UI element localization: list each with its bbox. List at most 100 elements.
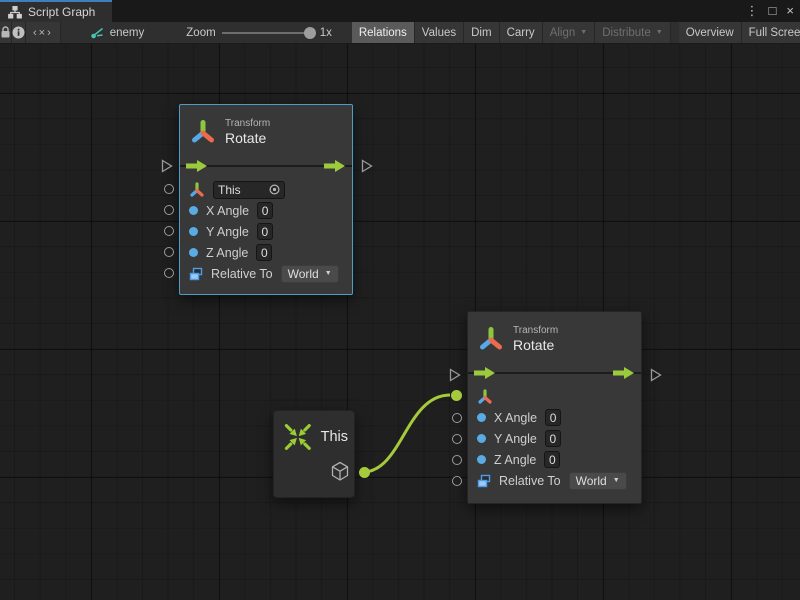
- y-angle-input[interactable]: 0: [257, 223, 273, 240]
- node-header: Transform Rotate: [468, 312, 641, 360]
- z-angle-label: Z Angle: [494, 453, 536, 467]
- zoom-value: 1x: [320, 27, 332, 39]
- relative-to-row: Relative To World ▼: [468, 470, 641, 491]
- titlebar: Script Graph ⋮ □ ×: [0, 0, 800, 22]
- relations-button[interactable]: Relations: [352, 22, 415, 43]
- tab-title: Script Graph: [28, 5, 95, 19]
- y-angle-label: Y Angle: [494, 432, 537, 446]
- carry-button[interactable]: Carry: [500, 22, 543, 43]
- zoom-slider-handle[interactable]: [304, 27, 316, 39]
- x-angle-input-port[interactable]: [164, 205, 174, 215]
- script-graph-window: Script Graph ⋮ □ × ‹×›: [0, 0, 800, 600]
- y-angle-input-port[interactable]: [452, 434, 462, 444]
- value-port-dot: [477, 434, 486, 443]
- x-angle-input[interactable]: 0: [545, 409, 561, 426]
- relative-to-dropdown[interactable]: World ▼: [281, 265, 339, 283]
- flow-input-port[interactable]: [449, 368, 461, 382]
- angle-brackets-button[interactable]: ‹×›: [26, 22, 61, 43]
- x-angle-row: X Angle 0: [468, 407, 641, 428]
- close-icon[interactable]: ×: [786, 0, 794, 22]
- enum-icon: [189, 267, 203, 281]
- flow-output-arrow-icon: [324, 160, 346, 172]
- chevron-down-icon: ▼: [325, 270, 332, 277]
- x-angle-input[interactable]: 0: [257, 202, 273, 219]
- node-title: Rotate: [513, 337, 558, 353]
- port-rows: X Angle 0 Y Angle 0 Z Angle 0: [468, 386, 641, 491]
- target-value: This: [218, 183, 265, 197]
- flow-output-port[interactable]: [650, 368, 662, 382]
- zoom-slider[interactable]: [222, 32, 314, 34]
- node-category: Transform: [225, 117, 270, 130]
- overview-button[interactable]: Overview: [679, 22, 742, 43]
- object-picker-icon[interactable]: [269, 184, 280, 195]
- x-angle-row: X Angle 0: [180, 200, 352, 221]
- z-angle-input-port[interactable]: [452, 455, 462, 465]
- value-port-dot: [189, 248, 198, 257]
- menu-icon[interactable]: ⋮: [746, 0, 759, 22]
- node-category: Transform: [513, 324, 558, 337]
- graph-canvas[interactable]: Transform Rotate: [0, 44, 800, 600]
- info-button[interactable]: [12, 22, 26, 43]
- relative-to-input-port[interactable]: [164, 268, 174, 278]
- lock-icon: [0, 26, 11, 39]
- relative-to-label: Relative To: [211, 267, 273, 281]
- z-angle-label: Z Angle: [206, 246, 248, 260]
- dim-button[interactable]: Dim: [464, 22, 499, 43]
- self-icon: [282, 419, 314, 455]
- port-rows: This X Angle 0 Y Angle 0: [180, 179, 352, 284]
- chevron-down-icon: ▼: [613, 477, 620, 484]
- target-object-field[interactable]: This: [213, 181, 285, 199]
- node-this[interactable]: This: [273, 410, 355, 498]
- transform-icon-small: [477, 388, 493, 405]
- z-angle-input[interactable]: 0: [544, 451, 560, 468]
- cube-icon: [330, 461, 350, 482]
- flow-input-arrow-icon: [474, 367, 496, 379]
- toolbar: ‹×› enemy Zoom 1x Relations Values Dim C…: [0, 22, 800, 44]
- transform-icon-small: [189, 181, 205, 198]
- transform-icon: [190, 118, 216, 145]
- flow-row: [468, 360, 641, 386]
- relative-to-value: World: [288, 267, 319, 281]
- flow-input-port[interactable]: [161, 159, 173, 173]
- distribute-button[interactable]: Distribute ▼: [595, 22, 671, 43]
- z-angle-input[interactable]: 0: [256, 244, 272, 261]
- flow-row: [180, 153, 352, 179]
- relative-to-row: Relative To World ▼: [180, 263, 352, 284]
- relative-to-label: Relative To: [499, 474, 561, 488]
- target-input-port[interactable]: [164, 184, 174, 194]
- fullscreen-button[interactable]: Full Screen: [742, 22, 800, 43]
- y-angle-label: Y Angle: [206, 225, 249, 239]
- graph-name: enemy: [110, 27, 145, 39]
- x-angle-input-port[interactable]: [452, 413, 462, 423]
- target-input-port-connected[interactable]: [451, 390, 462, 401]
- y-angle-input-port[interactable]: [164, 226, 174, 236]
- y-angle-input[interactable]: 0: [545, 430, 561, 447]
- flow-input-arrow-icon: [186, 160, 208, 172]
- angle-brackets-icon: ‹×›: [33, 27, 53, 39]
- flow-output-port[interactable]: [361, 159, 373, 173]
- maximize-icon[interactable]: □: [769, 0, 777, 22]
- value-port-dot: [189, 227, 198, 236]
- z-angle-input-port[interactable]: [164, 247, 174, 257]
- tab-script-graph[interactable]: Script Graph: [0, 0, 112, 22]
- node-transform-rotate-1[interactable]: Transform Rotate: [179, 104, 353, 295]
- x-angle-label: X Angle: [494, 411, 537, 425]
- node-transform-rotate-2[interactable]: Transform Rotate: [467, 311, 642, 504]
- connection-wire: [0, 44, 800, 600]
- relative-to-value: World: [576, 474, 607, 488]
- relative-to-input-port[interactable]: [452, 476, 462, 486]
- node-title: Rotate: [225, 130, 270, 146]
- chevron-down-icon: ▼: [580, 29, 587, 36]
- values-button[interactable]: Values: [415, 22, 464, 43]
- this-output-port[interactable]: [359, 467, 370, 478]
- z-angle-row: Z Angle 0: [468, 449, 641, 470]
- distribute-label: Distribute: [602, 27, 651, 39]
- enum-icon: [477, 474, 491, 488]
- zoom-label: Zoom: [186, 27, 215, 39]
- lock-button[interactable]: [0, 22, 12, 43]
- align-label: Align: [550, 27, 576, 39]
- align-button[interactable]: Align ▼: [543, 22, 596, 43]
- this-node-label: This: [321, 429, 348, 445]
- relative-to-dropdown[interactable]: World ▼: [569, 472, 627, 490]
- graph-reference[interactable]: enemy: [83, 22, 153, 43]
